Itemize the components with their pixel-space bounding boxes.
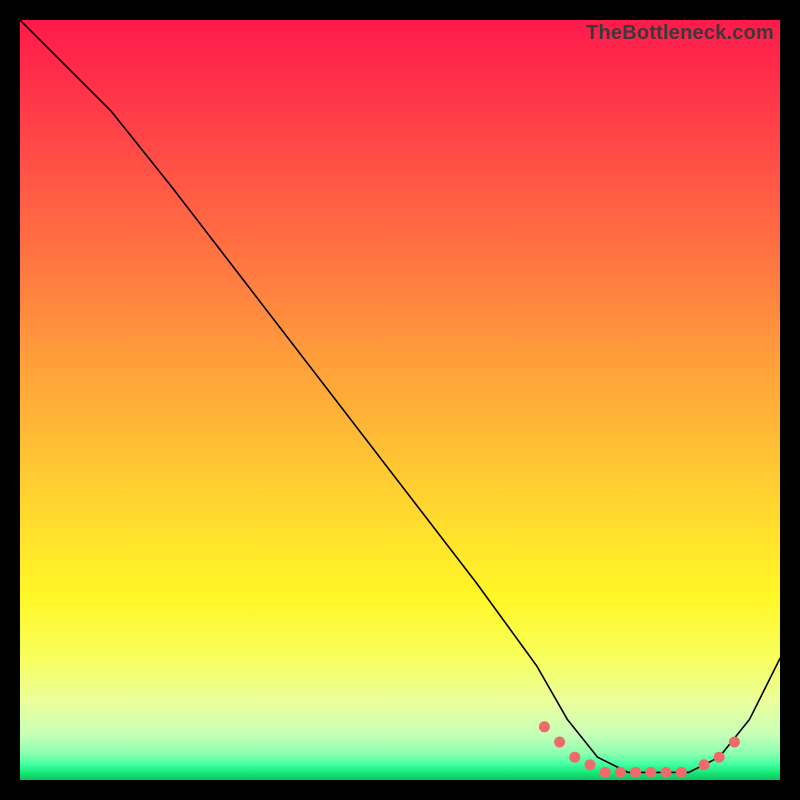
highlight-dot bbox=[585, 759, 596, 770]
highlight-dot bbox=[676, 767, 687, 778]
highlight-dot bbox=[600, 767, 611, 778]
highlight-dot bbox=[539, 721, 550, 732]
highlight-dot bbox=[699, 759, 710, 770]
highlight-dot bbox=[554, 737, 565, 748]
highlight-dot bbox=[661, 767, 672, 778]
highlight-dot bbox=[630, 767, 641, 778]
highlighted-points-group bbox=[539, 721, 740, 778]
bottleneck-curve bbox=[20, 20, 780, 772]
highlight-dot bbox=[569, 752, 580, 763]
chart-frame: TheBottleneck.com bbox=[0, 0, 800, 800]
highlight-dot bbox=[729, 737, 740, 748]
plot-area: TheBottleneck.com bbox=[20, 20, 780, 780]
highlight-dot bbox=[714, 752, 725, 763]
highlight-dot bbox=[645, 767, 656, 778]
chart-overlay bbox=[20, 20, 780, 780]
highlight-dot bbox=[615, 767, 626, 778]
